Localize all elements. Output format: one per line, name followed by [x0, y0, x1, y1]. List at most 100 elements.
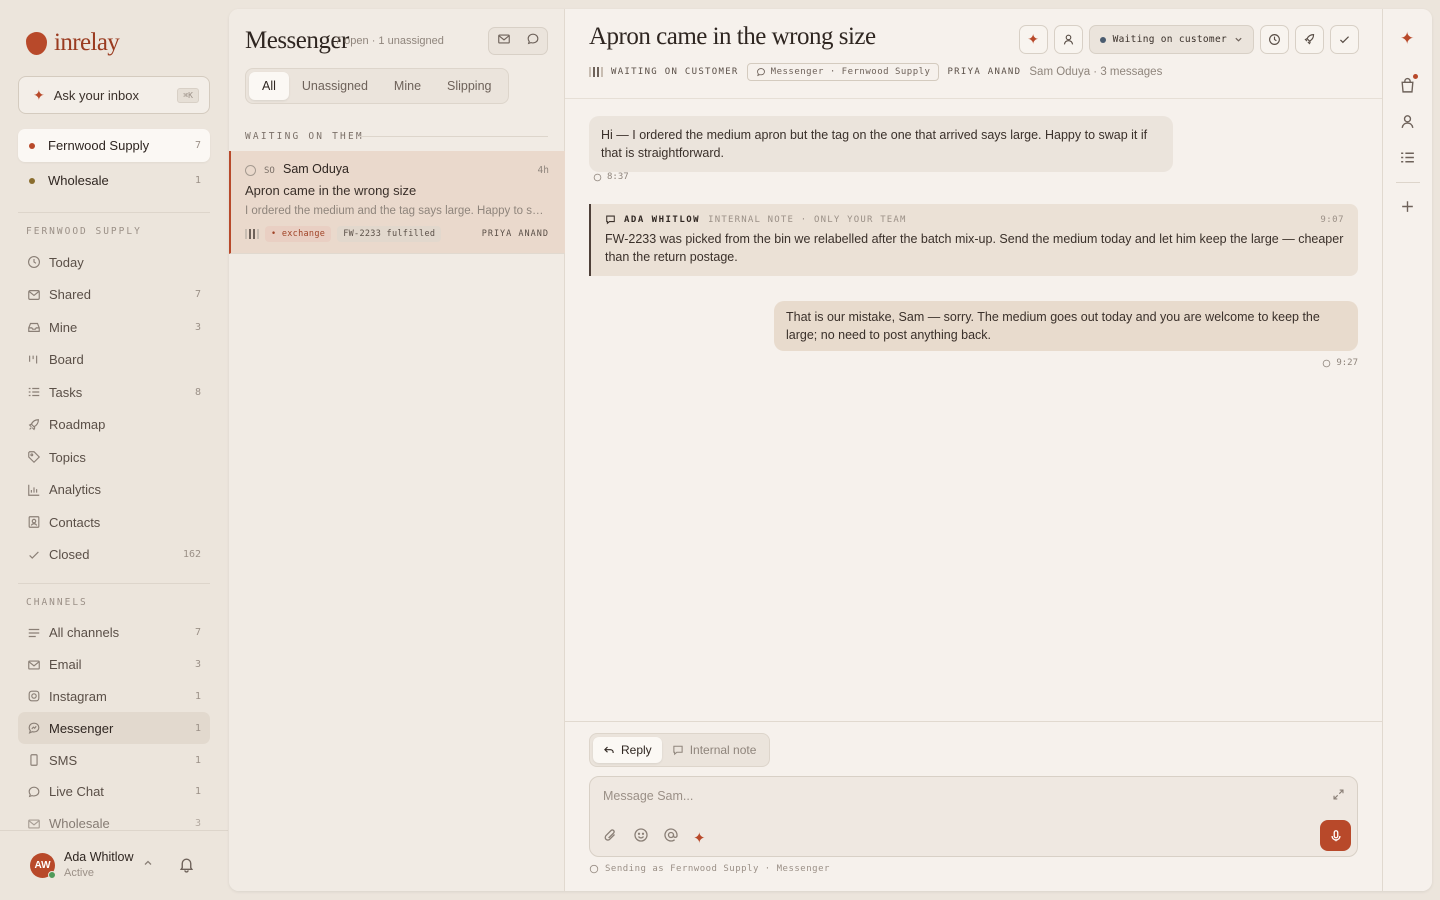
nav-count: 3: [194, 321, 201, 333]
workspace-item-wholesale[interactable]: Wholesale 1: [18, 164, 210, 197]
tag-order[interactable]: FW-2233 fulfilled: [337, 226, 442, 242]
user-name[interactable]: Ada Whitlow: [64, 850, 133, 864]
nav-item-board[interactable]: Board: [18, 344, 210, 377]
nav-item-today[interactable]: Today: [18, 246, 210, 279]
nav-item-tasks[interactable]: Tasks 8: [18, 376, 210, 409]
ask-inbox-button[interactable]: ✦ Ask your inbox ⌘K: [18, 76, 210, 114]
mention-icon[interactable]: [663, 827, 679, 848]
divider: [18, 583, 210, 584]
logo-mark-icon: [26, 31, 47, 55]
filter-tab-all[interactable]: All: [249, 72, 289, 100]
sparkle-icon: ✦: [33, 86, 45, 103]
section-title-workspace: FERNWOOD SUPPLY: [26, 226, 142, 237]
channel-item-live-chat[interactable]: Live Chat 1: [18, 776, 210, 808]
user-icon[interactable]: [1399, 113, 1416, 135]
divider: [18, 212, 210, 213]
bell-icon[interactable]: [178, 856, 195, 878]
conversation-subject: Apron came in the wrong size: [245, 183, 417, 198]
nav-item-contacts[interactable]: Contacts: [18, 506, 210, 539]
nav-label: Closed: [49, 547, 90, 563]
plus-icon[interactable]: [1399, 198, 1416, 220]
phone-icon: [26, 753, 41, 768]
channel-item-all-channels[interactable]: All channels 7: [18, 617, 210, 649]
escalate-button[interactable]: [1295, 25, 1324, 54]
nav-label: Tasks: [49, 384, 83, 400]
shopping-bag-icon[interactable]: [1399, 77, 1416, 99]
attachment-icon[interactable]: [603, 827, 619, 848]
sending-as-label: Sending as Fernwood Supply · Messenger: [605, 864, 830, 874]
nav-item-mine[interactable]: Mine 3: [18, 311, 210, 344]
nav-count: 162: [182, 549, 201, 561]
inbound-time: 8:37: [607, 172, 629, 182]
inbound-message: Hi — I ordered the medium apron but the …: [589, 116, 1173, 172]
nav-item-shared[interactable]: Shared 7: [18, 279, 210, 312]
close-conversation-button[interactable]: [1330, 25, 1359, 54]
thread-actions: ✦ Waiting on customer: [1018, 25, 1359, 54]
microphone-icon: [1330, 829, 1341, 841]
nav-item-roadmap[interactable]: Roadmap: [18, 409, 210, 442]
voice-record-button[interactable]: [1320, 820, 1351, 851]
nav-label: Roadmap: [49, 417, 106, 433]
composer-tabs: Reply Internal note: [589, 733, 771, 767]
tray-icon: [26, 320, 41, 335]
snooze-button[interactable]: [1260, 25, 1289, 54]
outbound-message: That is our mistake, Sam — sorry. The me…: [774, 301, 1358, 351]
main-panel: Messenger 7 open · 1 unassigned All Unas…: [229, 9, 1432, 891]
nav-item-closed[interactable]: Closed 162: [18, 539, 210, 572]
filter-tab-mine[interactable]: Mine: [381, 72, 434, 100]
expand-icon[interactable]: [1332, 788, 1345, 806]
workspace-count: 1: [194, 175, 201, 186]
workspace-list: Fernwood Supply 7 Wholesale 1: [18, 129, 210, 199]
right-rail: ✦: [1382, 9, 1432, 891]
list-icon: [26, 625, 41, 640]
internal-note-tab[interactable]: Internal note: [662, 737, 767, 763]
thread-assignee[interactable]: PRIYA ANAND: [947, 67, 1021, 77]
note-icon: [673, 745, 683, 756]
chevron-up-icon[interactable]: [143, 858, 153, 871]
inbox-icon: [26, 287, 41, 302]
channel-label: Instagram: [49, 688, 107, 704]
channel-item-messenger[interactable]: Messenger 1: [18, 712, 210, 745]
ai-assist-button[interactable]: ✦: [1018, 25, 1048, 54]
nav-item-analytics[interactable]: Analytics: [18, 474, 210, 507]
channel-chip[interactable]: Messenger · Fernwood Supply: [746, 63, 940, 81]
channel-label: Messenger: [49, 720, 114, 736]
reply-tab[interactable]: Reply: [593, 737, 662, 763]
channel-item-instagram[interactable]: Instagram 1: [18, 681, 210, 713]
channel-nav: All channels 7 Email 3 Instagram 1 Messe…: [18, 617, 210, 840]
divider: [1396, 182, 1420, 183]
workspace-item-fernwood-supply[interactable]: Fernwood Supply 7: [18, 129, 210, 162]
message-composer[interactable]: Message Sam... ✦: [589, 776, 1358, 857]
assign-button[interactable]: [1053, 25, 1083, 54]
logo[interactable]: inrelay: [26, 29, 120, 57]
sparkle-icon[interactable]: ✦: [1400, 29, 1414, 49]
tasks-icon[interactable]: [1399, 149, 1416, 171]
status-dot-icon: [1099, 36, 1106, 43]
sending-as: Sending as Fernwood Supply · Messenger: [589, 864, 830, 874]
messenger-icon: [593, 173, 602, 181]
thread-summary: Sam Oduya · 3 messages: [1029, 66, 1163, 78]
sparkle-icon[interactable]: ✦: [693, 829, 706, 847]
nav-item-topics[interactable]: Topics: [18, 441, 210, 474]
filter-tab-slipping[interactable]: Slipping: [434, 72, 504, 100]
channel-item-email[interactable]: Email 3: [18, 649, 210, 681]
messenger-icon: [1323, 359, 1331, 367]
channel-count: 1: [194, 690, 201, 702]
internal-note-tab-label: Internal note: [689, 743, 757, 757]
channel-item-sms[interactable]: SMS 1: [18, 744, 210, 776]
channel-count: 1: [194, 754, 201, 766]
tag-icon: [26, 450, 41, 465]
composer-input[interactable]: Message Sam...: [603, 789, 693, 803]
nav-label: Mine: [49, 319, 78, 335]
status-dropdown[interactable]: Waiting on customer: [1088, 25, 1254, 54]
list-title: Messenger: [245, 27, 349, 54]
chat-icon[interactable]: [526, 32, 540, 51]
channel-chip-label: Messenger · Fernwood Supply: [770, 67, 931, 77]
channel-label: Live Chat: [49, 784, 104, 800]
workspace-dot-icon: [29, 142, 35, 149]
emoji-icon[interactable]: [633, 827, 649, 848]
tag-exchange[interactable]: • exchange: [265, 226, 332, 242]
mail-icon[interactable]: [497, 32, 511, 51]
filter-tab-unassigned[interactable]: Unassigned: [289, 72, 381, 100]
conversation-row[interactable]: SO Sam Oduya 4h Apron came in the wrong …: [229, 151, 565, 254]
